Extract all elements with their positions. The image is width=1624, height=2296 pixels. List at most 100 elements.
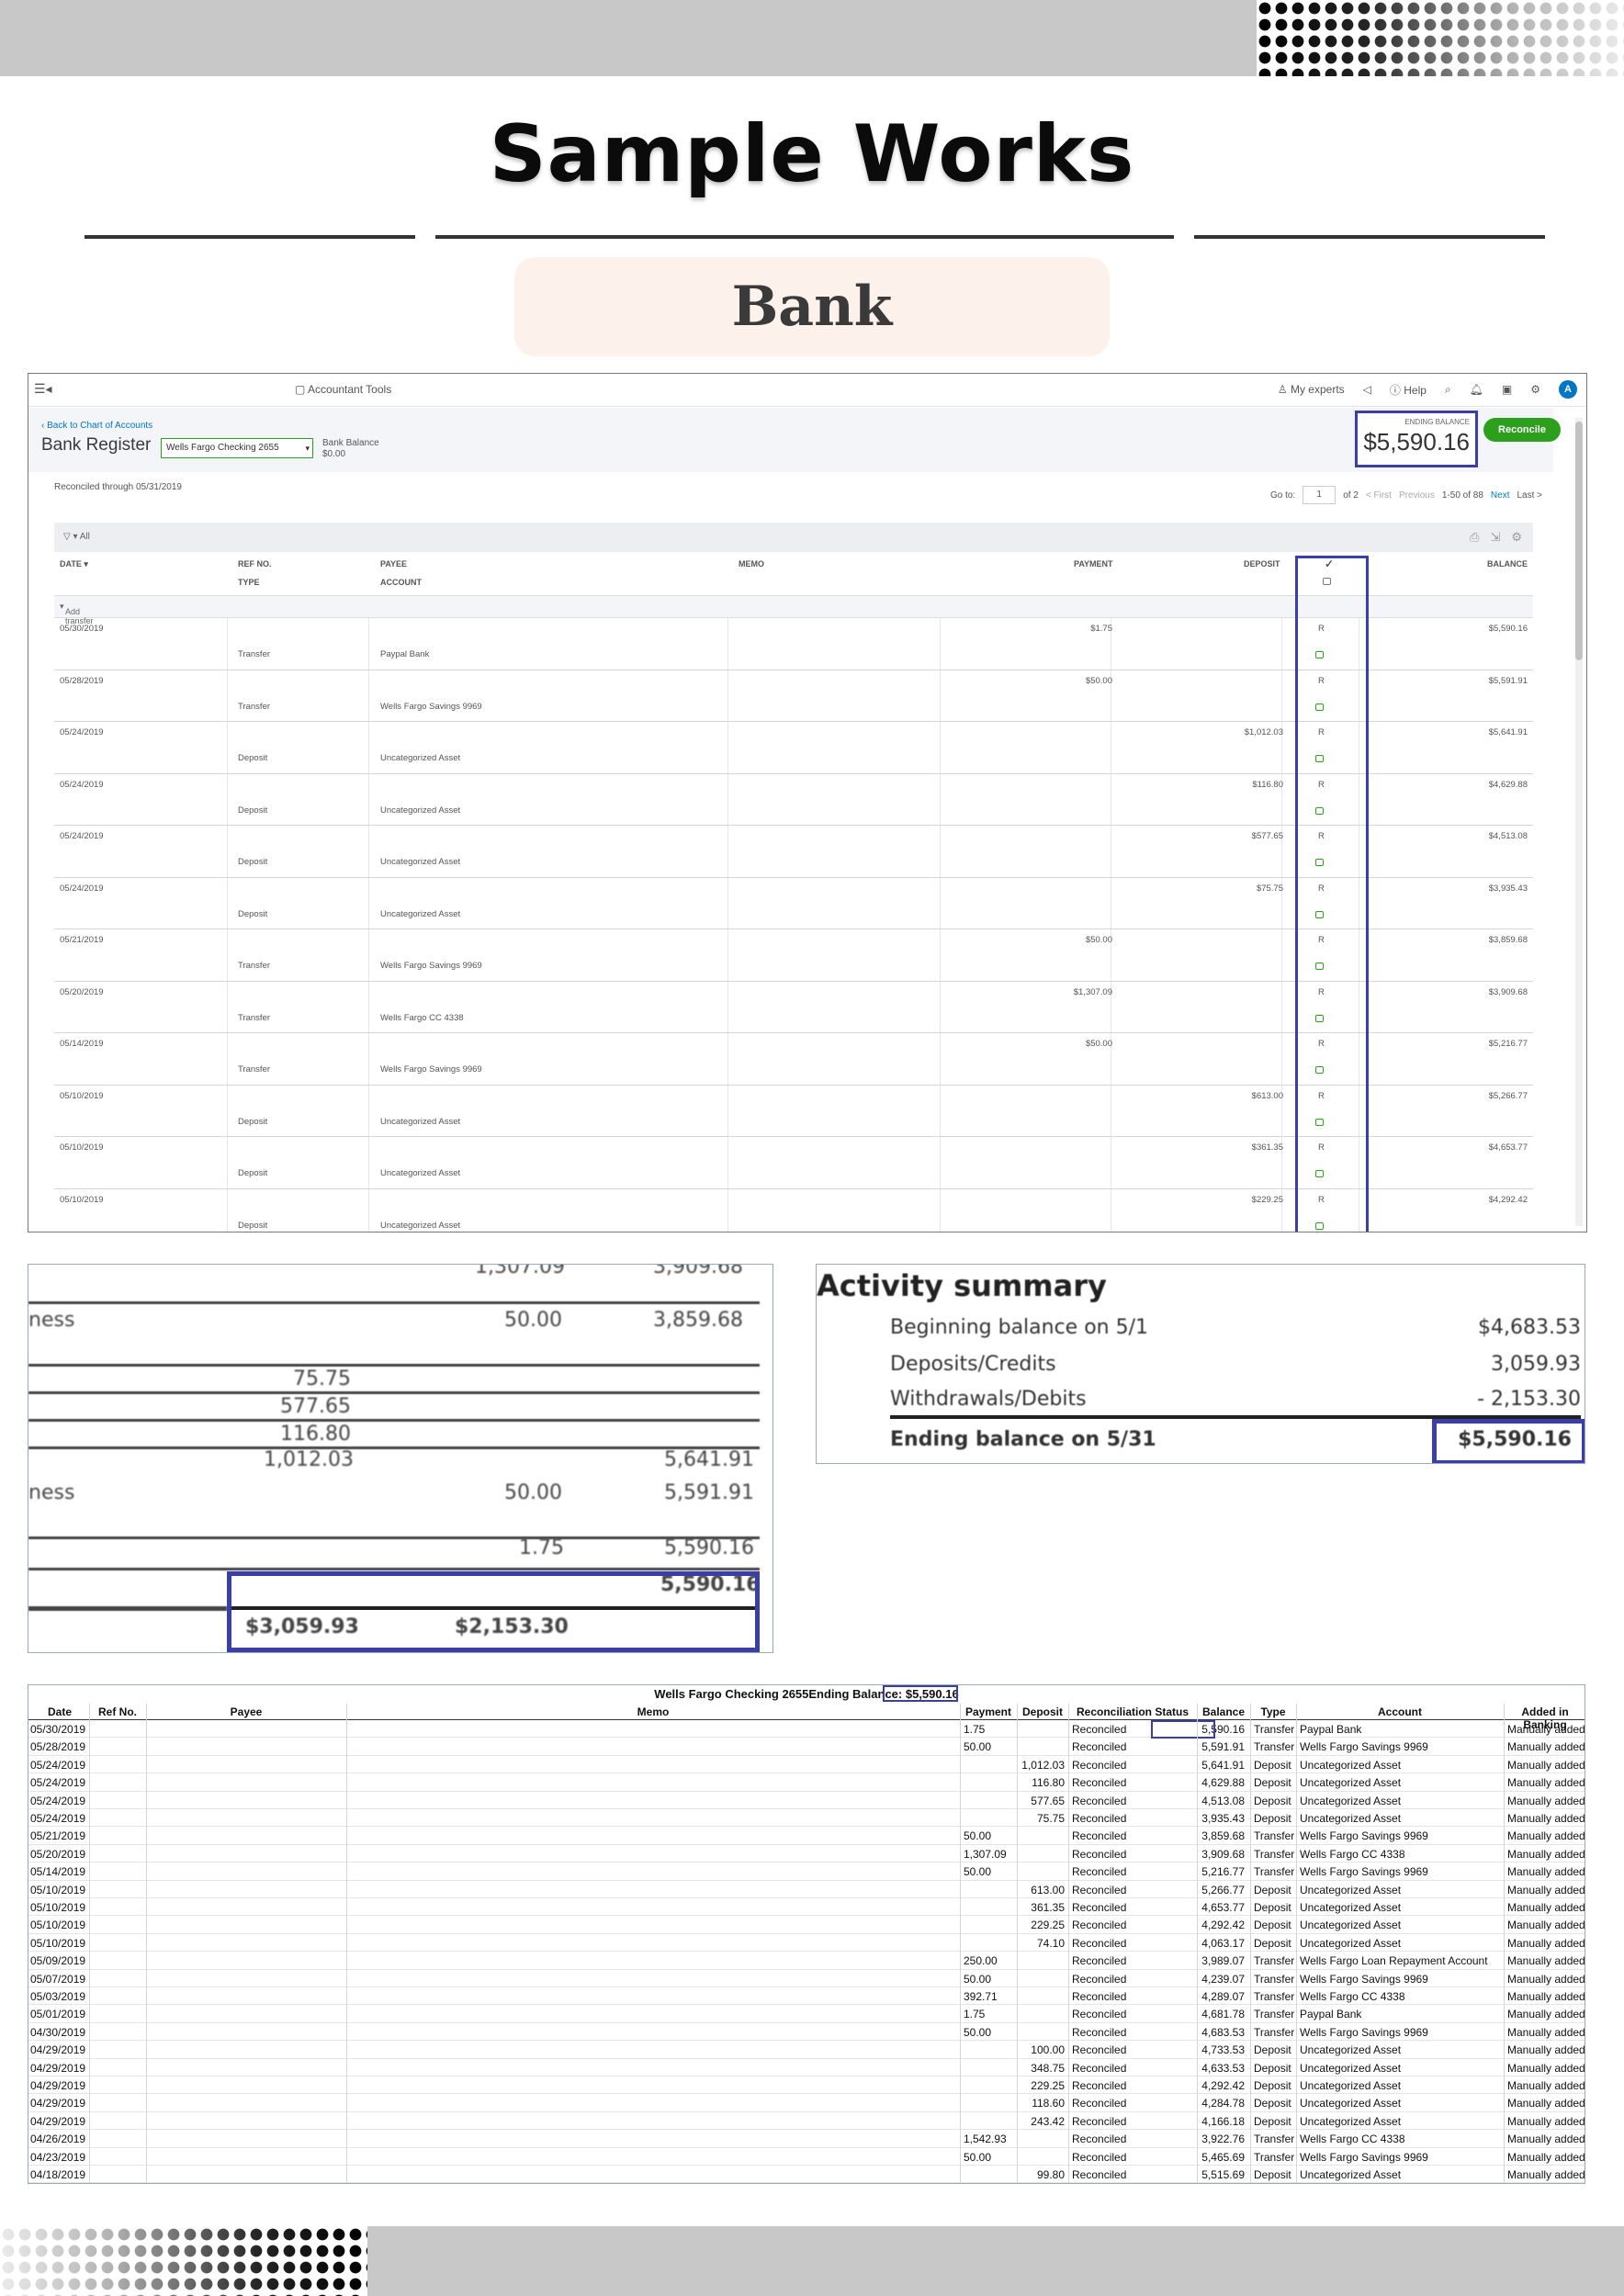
cell-account: Uncategorized Asset: [380, 1220, 461, 1231]
section-subtitle: Bank Reconciliation: [514, 257, 1110, 438]
sheet-cell: 4,166.18: [1201, 2114, 1245, 2128]
account-select[interactable]: Wells Fargo Checking 2655 ▾: [161, 438, 313, 458]
col-date[interactable]: DATE ▾: [60, 559, 88, 569]
sheet-header-row: Date Ref No. Payee Memo Payment Deposit Reconc…: [28, 1704, 1585, 1731]
filter-dropdown[interactable]: ▽ ▾ All: [63, 532, 90, 542]
hamburger-menu-icon[interactable]: ☰◂: [34, 381, 52, 397]
sheet-cell: Uncategorized Asset: [1300, 2168, 1402, 2181]
sheet-cell: Manually added: [1507, 1847, 1585, 1861]
sheet-header-cell: Deposit: [1021, 1705, 1063, 1718]
column-divider: [940, 618, 941, 670]
export-icon[interactable]: ⇲: [1490, 530, 1500, 545]
column-divider: [368, 981, 369, 1032]
sheet-cell: Reconciled: [1072, 1990, 1127, 2003]
back-link-label: Back to Chart of Accounts: [47, 421, 153, 431]
sheet-header-cell: Type: [1260, 1705, 1286, 1718]
sheet-cell: 05/24/2019: [30, 1758, 86, 1772]
sheet-cell: 04/29/2019: [30, 2043, 86, 2057]
bell-icon[interactable]: 🔔︎: [1470, 383, 1483, 396]
previous-page-link[interactable]: Previous: [1399, 490, 1435, 501]
briefcase-icon: ▢: [295, 383, 309, 396]
sheet-cell: 50.00: [964, 2150, 992, 2164]
sheet-cell: Wells Fargo Savings 9969: [1300, 2025, 1428, 2039]
clipboard-icon[interactable]: ▣: [1502, 383, 1512, 396]
next-page-link[interactable]: Next: [1491, 490, 1510, 501]
my-experts-link[interactable]: ♙ My experts: [1278, 383, 1345, 396]
sheet-cell: 05/28/2019: [30, 1740, 86, 1754]
cell-date: 05/21/2019: [60, 935, 104, 945]
reconciled-through: Reconciled through 05/31/2019: [54, 482, 182, 492]
sheet-cell: 4,633.53: [1201, 2061, 1245, 2075]
sheet-row: 04/29/2019 348.75 Reconciled 4,633.53 Deposi…: [28, 2059, 1585, 2077]
sheet-column-divider: [346, 1704, 347, 2183]
gear-icon[interactable]: ⚙: [1530, 383, 1540, 396]
sheet-cell: Uncategorized Asset: [1300, 1883, 1402, 1896]
goto-page-input[interactable]: 1: [1303, 486, 1336, 504]
column-divider: [227, 877, 228, 929]
help-label: Help: [1404, 383, 1427, 397]
col-ref-no[interactable]: REF NO.: [238, 559, 272, 568]
sheet-column-divider: [1017, 1704, 1018, 2183]
sheet-column-divider: [1197, 1704, 1198, 2183]
ending-balance-label: ENDING BALANCE: [1404, 418, 1470, 426]
sheet-cell: Paypal Bank: [1300, 2008, 1362, 2021]
sheet-cell: Deposit: [1254, 2079, 1291, 2092]
col-deposit[interactable]: DEPOSIT: [1244, 559, 1280, 568]
sheet-row: 05/10/2019 229.25 Reconciled 4,292.42 Deposi…: [28, 1916, 1585, 1934]
accountant-tools-link[interactable]: ▢ Accountant Tools: [295, 383, 391, 396]
last-page-link[interactable]: Last >: [1517, 490, 1542, 501]
cell-deposit: $577.65: [1251, 831, 1283, 841]
avatar[interactable]: A: [1559, 380, 1577, 399]
col-payee[interactable]: PAYEE: [380, 559, 407, 568]
sheet-cell: Manually added: [1507, 2168, 1585, 2181]
sheet-cell: 50.00: [964, 1829, 992, 1843]
col-payment[interactable]: PAYMENT: [1074, 559, 1113, 568]
sheet-cell: Deposit: [1254, 2168, 1291, 2181]
cell-deposit: $116.80: [1252, 779, 1283, 790]
column-divider: [227, 670, 228, 721]
col-memo[interactable]: MEMO: [739, 559, 764, 568]
scrollbar[interactable]: [1575, 418, 1583, 1226]
column-divider: [227, 826, 228, 877]
sheet-cell: Reconciled: [1072, 1936, 1127, 1950]
sheet-row: 05/01/2019 1.75 Reconciled 4,681.78 Transfer…: [28, 2005, 1585, 2023]
sheet-row: 05/10/2019 613.00 Reconciled 5,266.77 Deposi…: [28, 1881, 1585, 1898]
cell-payment: $50.00: [1085, 675, 1112, 686]
sheet-cell: 05/01/2019: [30, 2008, 86, 2021]
column-divider: [368, 670, 369, 721]
back-link[interactable]: ‹ Back to Chart of Accounts: [41, 421, 152, 431]
col-balance[interactable]: BALANCE: [1487, 559, 1528, 568]
print-icon[interactable]: ⎙: [1470, 530, 1479, 545]
help-link[interactable]: ⓘ Help: [1390, 382, 1427, 398]
sheet-cell: 05/10/2019: [30, 1901, 86, 1914]
sheet-cell: Manually added: [1507, 1776, 1585, 1790]
cell-date: 05/24/2019: [60, 883, 104, 894]
cell-account: Wells Fargo Savings 9969: [380, 1064, 482, 1075]
sheet-cell: Manually added: [1507, 1919, 1585, 1932]
cell-type: Transfer: [238, 1012, 271, 1023]
sheet-cell: Deposit: [1254, 2114, 1291, 2128]
sheet-cell: 4,284.78: [1201, 2097, 1245, 2110]
col-type[interactable]: TYPE: [238, 578, 260, 587]
sheet-cell: 4,292.42: [1201, 2079, 1245, 2092]
col-account[interactable]: ACCOUNT: [380, 578, 422, 587]
activity-ending-highlight: [1432, 1419, 1585, 1463]
gear-icon[interactable]: ⚙: [1511, 530, 1522, 545]
cell-payment: $50.00: [1085, 935, 1112, 945]
sheet-cell: Manually added: [1507, 1883, 1585, 1896]
search-icon[interactable]: ⌕: [1445, 383, 1451, 397]
scrollbar-thumb[interactable]: [1575, 422, 1583, 660]
megaphone-icon[interactable]: ◁: [1363, 383, 1371, 396]
column-divider: [727, 670, 728, 721]
column-divider: [940, 1137, 941, 1188]
sheet-cell: 4,733.53: [1201, 2043, 1245, 2057]
column-divider: [727, 826, 728, 877]
cell-payment: $50.00: [1085, 1039, 1112, 1049]
sheet-cell: 50.00: [964, 1865, 992, 1879]
sheet-cell: Reconciled: [1072, 1972, 1127, 1986]
sheet-cell: 05/14/2019: [30, 1865, 86, 1879]
bank-balance-label: Bank Balance: [322, 438, 379, 448]
reconcile-button[interactable]: Reconcile: [1483, 418, 1561, 442]
first-page-link[interactable]: < First: [1366, 490, 1392, 501]
sheet-cell: Transfer: [1254, 1972, 1295, 1986]
